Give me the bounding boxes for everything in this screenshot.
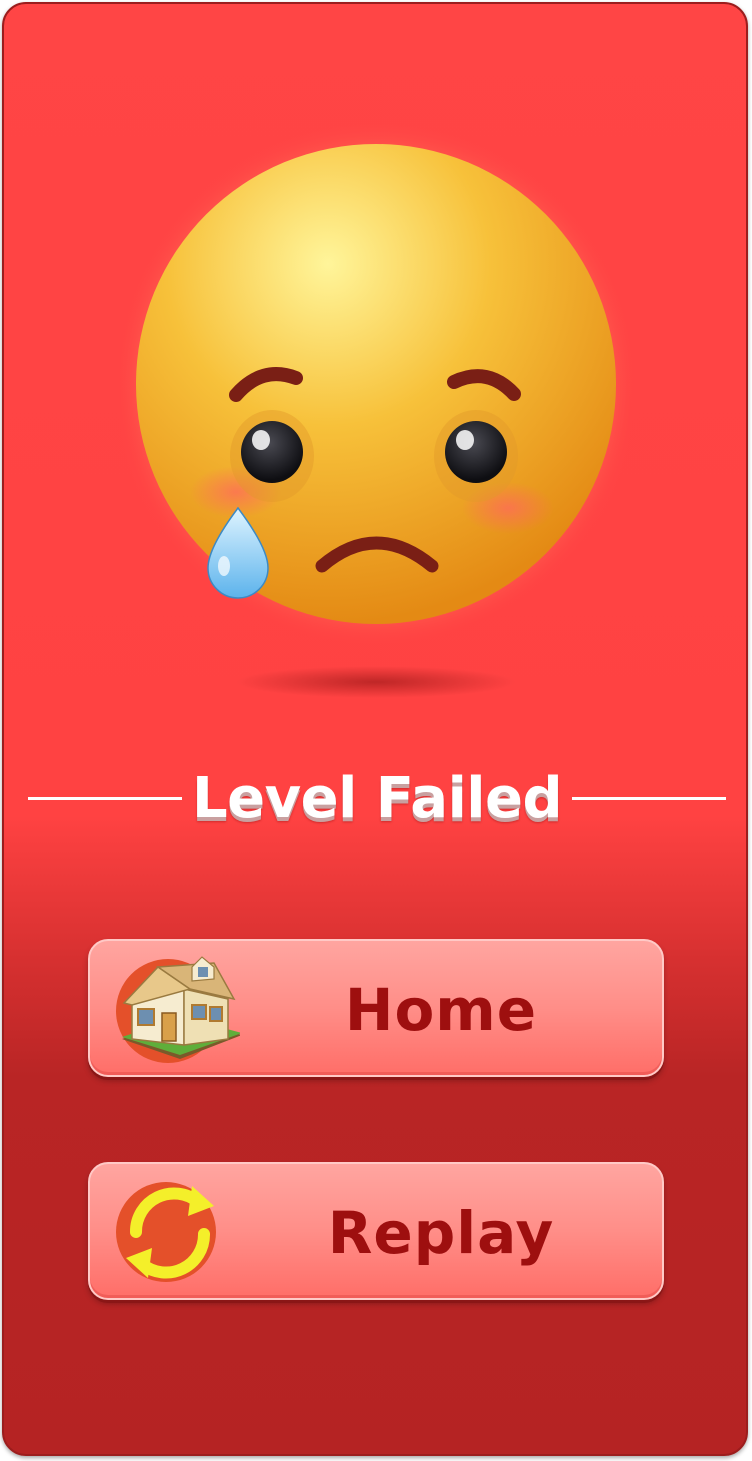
refresh-icon <box>116 1182 216 1282</box>
sad-face-icon <box>114 122 638 698</box>
title-divider-right <box>572 796 726 800</box>
title-divider-left <box>28 796 182 800</box>
title-row: Level Failed <box>28 765 726 831</box>
home-button[interactable]: Home <box>88 939 664 1077</box>
replay-button[interactable]: Replay <box>88 1162 664 1300</box>
home-button-label: Home <box>344 976 538 1044</box>
crying-face-emoji <box>0 0 752 720</box>
level-failed-title: Level Failed <box>191 765 563 831</box>
house-icon <box>116 956 240 1063</box>
replay-button-label: Replay <box>327 1199 555 1267</box>
